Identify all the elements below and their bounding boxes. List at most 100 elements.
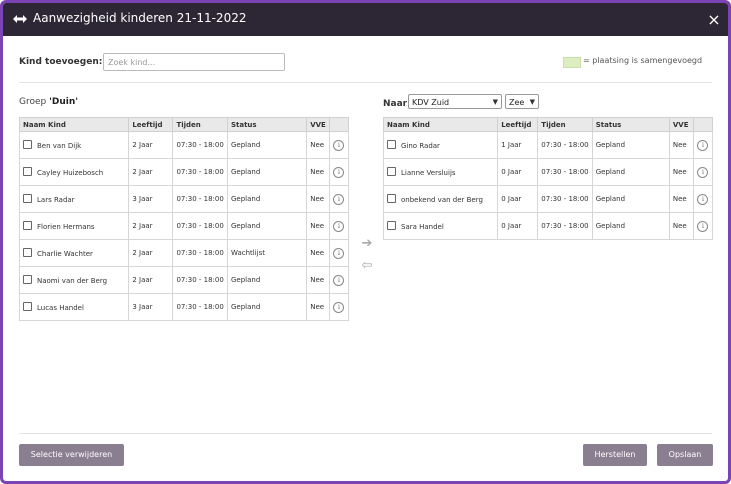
row-checkbox[interactable]	[23, 140, 32, 149]
info-cell: i	[328, 185, 350, 213]
table-row[interactable]: Naomi van der Berg 2 Jaar 07:30 - 18:00 Gep…	[18, 266, 350, 294]
info-icon[interactable]: i	[697, 220, 709, 232]
times-cell: 07:30 - 18:00	[172, 185, 228, 213]
table-row[interactable]: Lianne Versluijs 0 Jaar 07:30 - 18:00 Gepla…	[382, 158, 714, 186]
arrow-left-icon[interactable]: ⇦	[360, 259, 374, 272]
column-header[interactable]: Leeftijd	[497, 117, 539, 132]
table-row[interactable]: Ben van Dijk 2 Jaar 07:30 - 18:00 Gepland Ne…	[18, 131, 350, 159]
column-header[interactable]: VVE	[306, 117, 330, 132]
child-name-cell: Cayley Huizebosch	[18, 158, 130, 186]
child-name-cell: Sara Handel	[382, 212, 499, 240]
divider	[19, 82, 712, 83]
row-checkbox[interactable]	[23, 275, 32, 284]
info-icon[interactable]: i	[333, 193, 345, 205]
merged-legend-swatch	[563, 57, 581, 68]
column-header[interactable]: Tijden	[537, 117, 593, 132]
column-header[interactable]: Naam Kind	[382, 117, 499, 132]
times-cell: 07:30 - 18:00	[537, 185, 593, 213]
vve-cell: Nee	[306, 212, 330, 240]
info-cell: i	[692, 212, 714, 240]
row-checkbox[interactable]	[23, 248, 32, 257]
age-cell: 2 Jaar	[128, 158, 174, 186]
info-icon[interactable]: i	[333, 274, 345, 286]
age-cell: 0 Jaar	[497, 185, 539, 213]
merged-legend-text: = plaatsing is samengevoegd	[583, 56, 703, 65]
save-button[interactable]: Opslaan	[657, 444, 713, 466]
chevron-down-icon: ▼	[492, 98, 498, 106]
row-checkbox[interactable]	[23, 302, 32, 311]
column-header[interactable]: Status	[591, 117, 670, 132]
age-cell: 2 Jaar	[128, 212, 174, 240]
column-header[interactable]: Naam Kind	[18, 117, 130, 132]
table-row[interactable]: Sara Handel 0 Jaar 07:30 - 18:00 Gepland Nee…	[382, 212, 714, 240]
column-header[interactable]: VVE	[668, 117, 694, 132]
child-name: Lianne Versluijs	[401, 169, 456, 177]
vve-cell: Nee	[668, 131, 694, 159]
info-icon[interactable]: i	[697, 139, 709, 151]
location-select[interactable]: KDV Zuid ▼	[408, 94, 502, 109]
times-cell: 07:30 - 18:00	[172, 131, 228, 159]
row-checkbox[interactable]	[23, 194, 32, 203]
table-row[interactable]: Lars Radar 3 Jaar 07:30 - 18:00 Gepland Nee i	[18, 185, 350, 213]
info-icon[interactable]: i	[333, 247, 345, 259]
info-icon[interactable]: i	[333, 139, 345, 151]
chevron-down-icon: ▼	[529, 98, 535, 106]
table-row[interactable]: Gino Radar 1 Jaar 07:30 - 18:00 Gepland Nee i	[382, 131, 714, 159]
search-child-input[interactable]	[103, 53, 285, 71]
child-name-cell: Charlie Wachter	[18, 239, 130, 267]
row-checkbox[interactable]	[23, 167, 32, 176]
info-icon[interactable]: i	[333, 220, 345, 232]
child-name-cell: onbekend van der Berg	[382, 185, 499, 213]
dialog-titlebar: Aanwezigheid kinderen 21-11-2022 ×	[3, 3, 728, 36]
table-row[interactable]: onbekend van der Berg 0 Jaar 07:30 - 18:00…	[382, 185, 714, 213]
times-cell: 07:30 - 18:00	[172, 158, 228, 186]
status-cell: Wachtlijst	[226, 239, 308, 267]
arrow-right-icon[interactable]: ➔	[360, 237, 374, 250]
info-cell: i	[692, 158, 714, 186]
info-icon[interactable]: i	[333, 166, 345, 178]
info-cell: i	[328, 212, 350, 240]
info-icon[interactable]: i	[697, 166, 709, 178]
column-header[interactable]: Leeftijd	[128, 117, 174, 132]
column-header[interactable]: Tijden	[172, 117, 228, 132]
column-header[interactable]: Status	[226, 117, 308, 132]
group-prefix: Groep	[19, 97, 47, 107]
table-row[interactable]: Cayley Huizebosch 2 Jaar 07:30 - 18:00 Gepl…	[18, 158, 350, 186]
row-checkbox[interactable]	[387, 221, 396, 230]
times-cell: 07:30 - 18:00	[537, 131, 593, 159]
status-cell: Gepland	[591, 185, 670, 213]
row-checkbox[interactable]	[387, 140, 396, 149]
restore-button[interactable]: Herstellen	[583, 444, 647, 466]
column-header-empty	[692, 117, 714, 132]
row-checkbox[interactable]	[387, 194, 396, 203]
row-checkbox[interactable]	[23, 221, 32, 230]
table-row[interactable]: Charlie Wachter 2 Jaar 07:30 - 18:00 Wachtl…	[18, 239, 350, 267]
child-name: Florien Hermans	[37, 223, 95, 231]
table-row[interactable]: Lucas Handel 3 Jaar 07:30 - 18:00 Gepland Ne…	[18, 293, 350, 321]
add-child-label: Kind toevoegen:	[19, 57, 103, 67]
child-name: onbekend van der Berg	[401, 196, 483, 204]
location-select-value: KDV Zuid	[412, 98, 450, 107]
times-cell: 07:30 - 18:00	[537, 212, 593, 240]
table-row[interactable]: Florien Hermans 2 Jaar 07:30 - 18:00 Geplan…	[18, 212, 350, 240]
remove-selection-button[interactable]: Selectie verwijderen	[19, 444, 124, 466]
child-name: Naomi van der Berg	[37, 277, 108, 285]
age-cell: 0 Jaar	[497, 212, 539, 240]
info-icon[interactable]: i	[697, 193, 709, 205]
vve-cell: Nee	[306, 239, 330, 267]
times-cell: 07:30 - 18:00	[172, 293, 228, 321]
status-cell: Gepland	[226, 158, 308, 186]
info-icon[interactable]: i	[333, 301, 345, 313]
close-button[interactable]: ×	[700, 3, 728, 36]
status-cell: Gepland	[226, 131, 308, 159]
times-cell: 07:30 - 18:00	[172, 266, 228, 294]
child-name-cell: Lars Radar	[18, 185, 130, 213]
child-name: Gino Radar	[401, 142, 440, 150]
group-select[interactable]: Zee ▼	[505, 94, 539, 109]
vve-cell: Nee	[306, 158, 330, 186]
age-cell: 2 Jaar	[128, 266, 174, 294]
row-checkbox[interactable]	[387, 167, 396, 176]
info-cell: i	[328, 266, 350, 294]
child-name-cell: Naomi van der Berg	[18, 266, 130, 294]
table-header-row: Naam Kind Leeftijd Tijden Status VVE	[18, 117, 350, 132]
